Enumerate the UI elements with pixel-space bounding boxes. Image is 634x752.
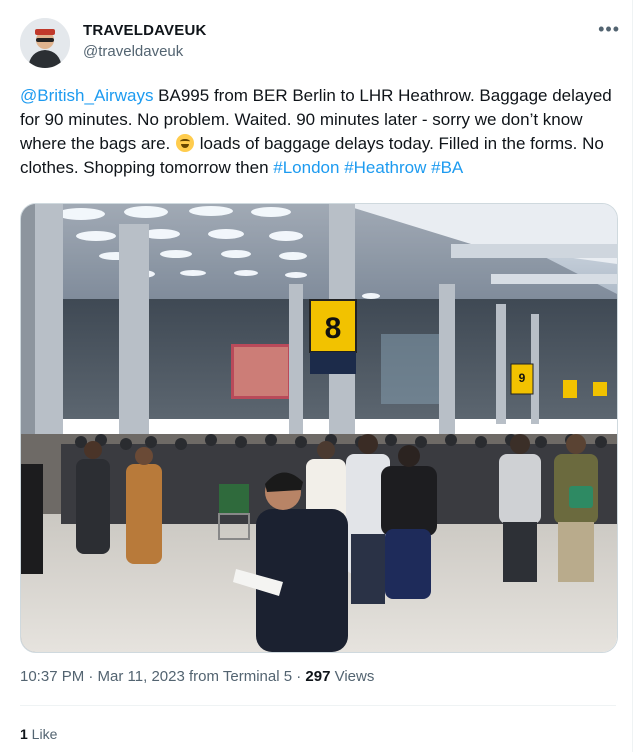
tweet-header: TRAVELDAVEUK @traveldaveuk ••• bbox=[20, 18, 620, 68]
author-handle[interactable]: @traveldaveuk bbox=[83, 43, 207, 60]
likes-stat[interactable]: 1 Like bbox=[20, 726, 57, 742]
hashtag-heathrow-link[interactable]: #Heathrow bbox=[344, 158, 426, 177]
tweet-meta: 10:37 PM · Mar 11, 2023 from Terminal 5 … bbox=[20, 668, 374, 685]
gate-sign-9: 9 bbox=[519, 371, 526, 385]
more-options-icon[interactable]: ••• bbox=[598, 20, 620, 38]
tweet-timestamp[interactable]: 10:37 PM · Mar 11, 2023 from Terminal 5 … bbox=[20, 668, 305, 685]
author-names: TRAVELDAVEUK @traveldaveuk bbox=[83, 22, 207, 60]
rolling-on-floor-laughing-emoji-icon bbox=[175, 134, 194, 152]
tweet-text: @British_Airways BA995 from BER Berlin t… bbox=[20, 84, 620, 180]
tweet-photo[interactable]: 8 9 bbox=[20, 203, 618, 653]
views-label: Views bbox=[330, 668, 375, 685]
airport-terminal-photo: 8 9 bbox=[21, 204, 617, 652]
avatar[interactable] bbox=[20, 18, 70, 68]
hashtag-ba-link[interactable]: #BA bbox=[431, 158, 463, 177]
user-avatar-icon bbox=[20, 18, 70, 68]
views-count: 297 bbox=[305, 668, 331, 685]
likes-label: Like bbox=[27, 726, 58, 742]
hashtag-london-link[interactable]: #London bbox=[273, 158, 339, 177]
tweet-card: TRAVELDAVEUK @traveldaveuk ••• @British_… bbox=[0, 0, 633, 752]
gate-sign-8: 8 bbox=[325, 312, 342, 345]
author-display-name[interactable]: TRAVELDAVEUK bbox=[83, 22, 207, 39]
divider bbox=[20, 705, 616, 706]
mention-link[interactable]: @British_Airways bbox=[20, 86, 153, 105]
likes-count: 1 bbox=[20, 726, 28, 742]
